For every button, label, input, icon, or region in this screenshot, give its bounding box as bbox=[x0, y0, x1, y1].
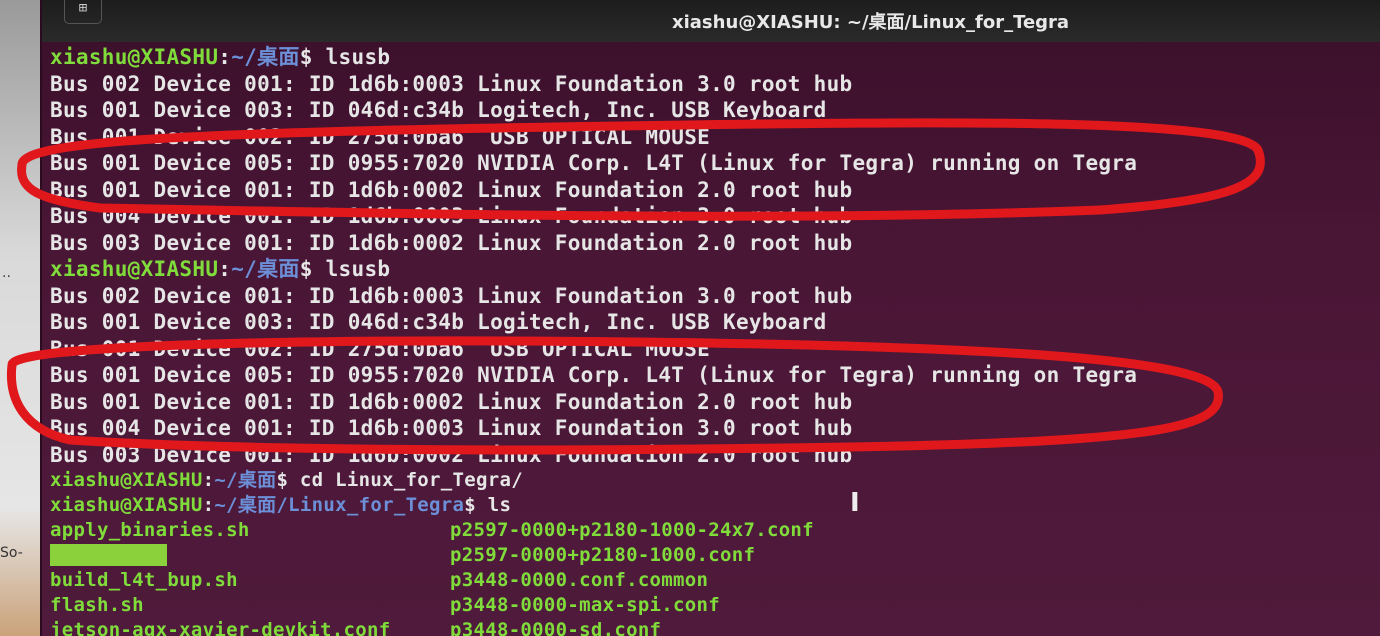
command-text: lsusb bbox=[325, 257, 391, 281]
ls-dir-highlighted: bootloader bbox=[50, 544, 168, 566]
output-line: Bus 001 Device 002: ID 275d:0ba6 USB OPT… bbox=[50, 124, 711, 149]
output-line: Bus 001 Device 001: ID 1d6b:0002 Linux F… bbox=[50, 177, 853, 202]
output-line: Bus 001 Device 005: ID 0955:7020 NVIDIA … bbox=[50, 363, 1138, 387]
output-line: Bus 004 Device 001: ID 1d6b:0003 Linux F… bbox=[50, 416, 853, 440]
prompt-line: xiashu@XIASHU:~/桌面/Linux_for_Tegra$ ls bbox=[50, 494, 512, 516]
ls-file: p3448-0000-sd.conf bbox=[450, 619, 662, 636]
ls-row: bootloader p2597-0000+p2180-1000.conf bbox=[50, 543, 1380, 568]
prompt-line: xiashu@XIASHU:~/桌面$ lsusb bbox=[50, 257, 391, 281]
output-line: Bus 001 Device 003: ID 046d:c34b Logitec… bbox=[50, 98, 827, 122]
output-line: Bus 003 Device 001: ID 1d6b:0002 Linux F… bbox=[50, 442, 853, 467]
output-line: Bus 002 Device 001: ID 1d6b:0003 Linux F… bbox=[50, 283, 853, 308]
output-line: Bus 003 Device 001: ID 1d6b:0002 Linux F… bbox=[50, 230, 853, 255]
new-tab-button[interactable]: ⊞ bbox=[64, 0, 102, 24]
output-line: Bus 004 Device 001: ID 1d6b:0003 Linux F… bbox=[50, 204, 853, 228]
prompt-line: xiashu@XIASHU:~/桌面$ cd Linux_for_Tegra/ bbox=[50, 469, 523, 491]
ls-row: flash.sh p3448-0000-max-spi.conf bbox=[50, 593, 1380, 618]
ls-file: p3448-0000-max-spi.conf bbox=[450, 594, 720, 616]
output-line: Bus 002 Device 001: ID 1d6b:0003 Linux F… bbox=[50, 71, 853, 96]
output-line: Bus 001 Device 003: ID 046d:c34b Logitec… bbox=[50, 310, 827, 334]
desktop-side-text: So- bbox=[0, 545, 23, 561]
ls-file: p3448-0000.conf.common bbox=[450, 569, 709, 591]
ls-file: flash.sh bbox=[50, 594, 144, 616]
ls-file: build_l4t_bup.sh bbox=[50, 569, 238, 591]
command-text: ls bbox=[487, 494, 512, 516]
window-title: xiashu@XIASHU: ~/桌面/Linux_for_Tegra bbox=[672, 12, 1070, 33]
ls-file: jetson-agx-xavier-devkit.conf bbox=[50, 619, 391, 636]
terminal-output[interactable]: xiashu@XIASHU:~/桌面$ lsusb Bus 002 Device… bbox=[50, 44, 1380, 636]
command-text: cd Linux_for_Tegra/ bbox=[299, 469, 523, 491]
ls-file: apply_binaries.sh bbox=[50, 519, 250, 541]
text-cursor-icon: I bbox=[850, 488, 860, 518]
ls-row: jetson-agx-xavier-devkit.conf p3448-0000-… bbox=[50, 618, 1380, 636]
ls-file: p2597-0000+p2180-1000.conf bbox=[450, 544, 756, 566]
output-line: Bus 001 Device 002: ID 275d:0ba6 USB OPT… bbox=[50, 336, 711, 361]
prompt-line: xiashu@XIASHU:~/桌面$ lsusb bbox=[50, 45, 391, 69]
ls-row: apply_binaries.sh p2597-0000+p2180-1000-2… bbox=[50, 518, 1380, 543]
ls-file: p2597-0000+p2180-1000-24x7.conf bbox=[450, 519, 814, 541]
output-line: Bus 001 Device 001: ID 1d6b:0002 Linux F… bbox=[50, 389, 853, 414]
command-text: lsusb bbox=[325, 45, 391, 69]
terminal-window[interactable]: ⊞ xiashu@XIASHU: ~/桌面/Linux_for_Tegra xi… bbox=[40, 0, 1380, 636]
desktop-side-dots: .. bbox=[2, 265, 11, 281]
title-bar[interactable]: ⊞ xiashu@XIASHU: ~/桌面/Linux_for_Tegra bbox=[42, 0, 1380, 42]
output-line: Bus 001 Device 005: ID 0955:7020 NVIDIA … bbox=[50, 151, 1138, 175]
ls-row: build_l4t_bup.sh p3448-0000.conf.common bbox=[50, 568, 1380, 593]
